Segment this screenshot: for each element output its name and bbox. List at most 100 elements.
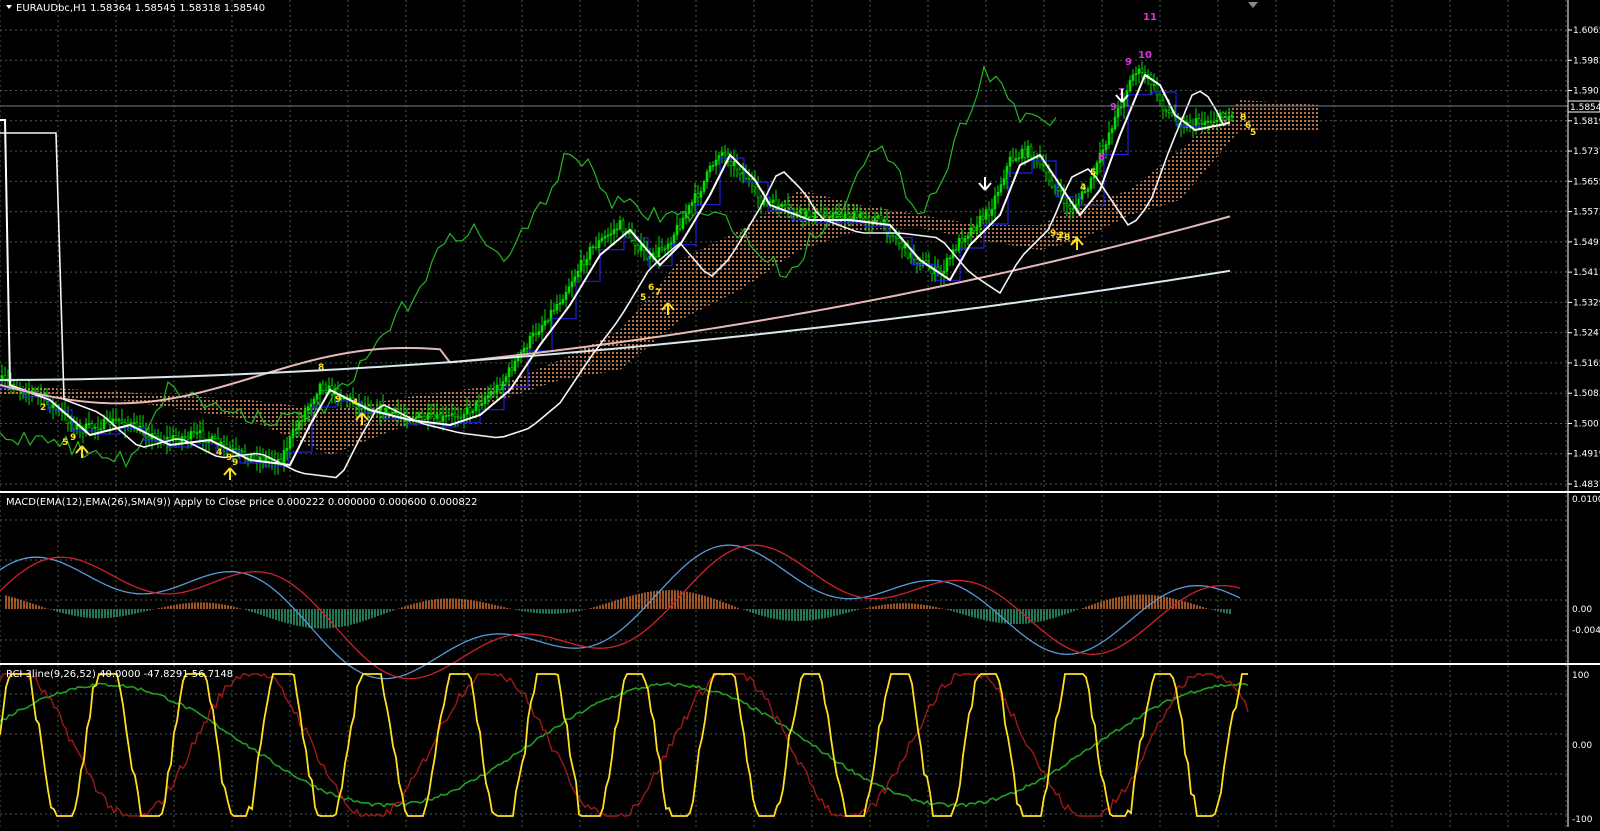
candle-body (147, 436, 151, 440)
candle-body (1002, 178, 1006, 185)
count-label: 8 (1098, 152, 1105, 163)
candle-body (1119, 106, 1123, 109)
candle-body (1134, 73, 1138, 76)
candle-body (732, 161, 736, 167)
candle-body (1029, 146, 1033, 157)
candle-body (435, 414, 439, 419)
candle-body (681, 217, 685, 229)
candle-body (705, 171, 709, 182)
candle-body (498, 384, 502, 390)
candle-body (960, 238, 964, 243)
candle-body (975, 226, 979, 231)
price-tick-label: 1.59830 (1573, 56, 1600, 66)
candle-body (252, 454, 256, 457)
candle-body (306, 406, 310, 411)
candle-body (999, 184, 1003, 193)
candle-body (852, 211, 856, 220)
candle-body (594, 246, 598, 249)
price-tick-label: 1.57370 (1573, 147, 1600, 157)
candle-body (690, 202, 694, 206)
candle-body (459, 416, 463, 419)
candle-body (444, 415, 448, 417)
price-tick-label: 1.54110 (1573, 268, 1600, 278)
candle-body (318, 383, 322, 395)
price-tick-label: 1.54910 (1573, 238, 1600, 248)
candle-body (798, 209, 802, 213)
candle-body (174, 435, 178, 439)
candle-body (1014, 158, 1018, 161)
candle-body (993, 195, 997, 210)
candle-body (708, 165, 712, 173)
candle-body (555, 304, 559, 311)
candle-body (447, 414, 451, 417)
candle-body (585, 259, 589, 266)
candle-body (1194, 118, 1198, 127)
candle-body (942, 270, 946, 274)
candle-body (873, 217, 877, 223)
candle-body (1095, 162, 1099, 175)
candle-body (633, 239, 637, 247)
macd-tick-label: -0.0048 (1572, 626, 1600, 636)
price-tick-label: 1.53290 (1573, 298, 1600, 308)
candle-body (288, 436, 292, 449)
candle-body (579, 259, 583, 272)
candle-body (312, 398, 316, 405)
candle-body (1059, 190, 1063, 192)
rci-tick-label: -100 (1572, 815, 1593, 825)
candle-body (1026, 146, 1030, 158)
candle-body (1131, 74, 1135, 81)
candle-body (954, 249, 958, 251)
candle-body (1116, 107, 1120, 118)
candle-body (477, 401, 481, 406)
candle-body (291, 429, 295, 438)
candle-body (1008, 156, 1012, 167)
candle-body (186, 436, 190, 440)
candle-body (570, 281, 574, 288)
candle-body (1164, 109, 1168, 112)
candle-body (528, 335, 532, 349)
candle-body (261, 456, 265, 462)
candle-body (324, 390, 328, 393)
count-label: 4 (352, 398, 358, 408)
candle-body (300, 419, 304, 422)
candle-body (420, 413, 424, 417)
candle-body (1155, 84, 1159, 96)
candle-body (387, 408, 391, 414)
rci-tick-label: 100 (1572, 671, 1589, 681)
count-label: 2 (1056, 233, 1062, 243)
candle-body (471, 410, 475, 414)
count-label: 5 (1090, 168, 1096, 178)
candle-body (720, 152, 724, 156)
candle-body (507, 367, 511, 378)
candle-body (294, 429, 298, 431)
candle-body (654, 252, 658, 258)
candle-body (756, 186, 760, 198)
candle-body (450, 413, 454, 416)
count-label: 9 (1125, 57, 1132, 68)
count-label: 7 (655, 288, 661, 298)
candle-body (117, 419, 121, 422)
rci-tick-label: 0.00 (1572, 741, 1592, 751)
candle-body (846, 213, 850, 219)
chart-window[interactable]: 9 5 2 4 9 9 8 9 4 5 6 7 2 8 7 9 2 4 5 8 9 7 11 10 9 8 6 5 EURAUDbc,… (0, 0, 1600, 827)
candle-body (1023, 148, 1027, 158)
candle-body (987, 209, 991, 216)
candle-body (96, 426, 100, 430)
candle-body (132, 422, 136, 424)
candle-body (696, 193, 700, 198)
candle-body (513, 360, 517, 372)
candle-body (729, 161, 733, 167)
price-tick-label: 1.50010 (1573, 419, 1600, 429)
candle-body (486, 395, 490, 399)
candle-body (582, 259, 586, 266)
candle-body (1020, 148, 1024, 159)
candle-body (426, 413, 430, 420)
candle-body (858, 213, 862, 218)
candle-body (1128, 80, 1132, 92)
candle-body (822, 214, 826, 217)
candle-body (648, 255, 652, 259)
candle-body (1086, 188, 1090, 192)
candle-body (114, 418, 118, 421)
candle-body (234, 448, 238, 451)
rci-title: RCI 3line(9,26,52) 40.0000 -47.8291 56.7… (6, 669, 233, 680)
